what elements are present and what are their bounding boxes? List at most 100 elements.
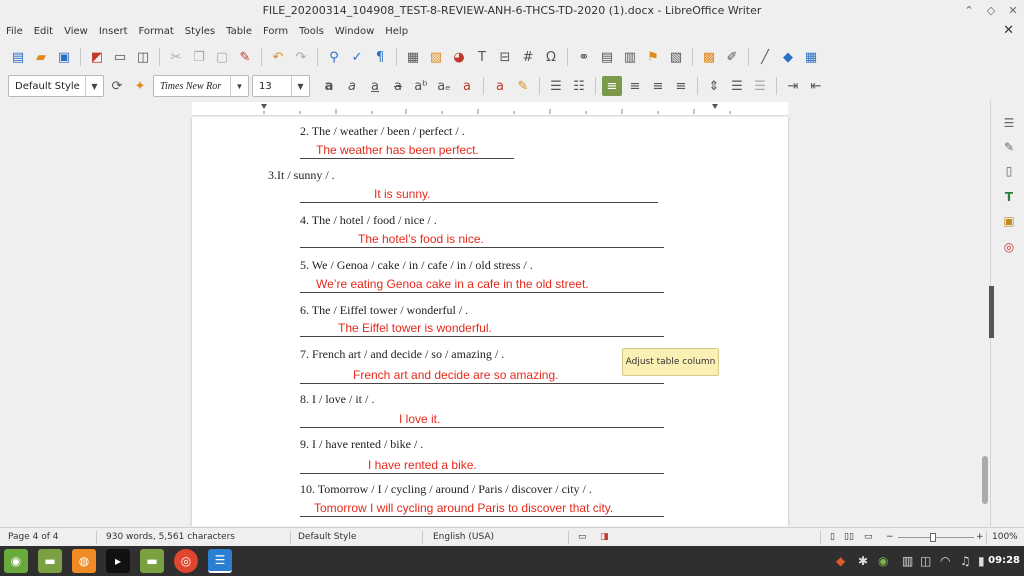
page-count[interactable]: Page 4 of 4 xyxy=(8,532,59,542)
gallery-icon[interactable]: ▣ xyxy=(1000,212,1018,230)
sidebar-collapse-handle[interactable] xyxy=(989,286,994,338)
text-language[interactable]: English (USA) xyxy=(433,532,494,542)
increase-paragraph-spacing-icon[interactable]: ☰ xyxy=(727,76,747,96)
clear-formatting-icon[interactable]: a xyxy=(457,76,477,96)
word-count[interactable]: 930 words, 5,561 characters xyxy=(106,532,235,542)
page-style[interactable]: Default Style xyxy=(298,532,356,542)
clone-formatting-icon[interactable]: ✎ xyxy=(235,47,255,67)
draw-functions-icon[interactable]: ▦ xyxy=(801,47,821,67)
strikethrough-icon[interactable]: a xyxy=(388,76,408,96)
folder-icon[interactable]: ▬ xyxy=(140,549,164,573)
align-right-icon[interactable]: ≡ xyxy=(648,76,668,96)
exercise-answer[interactable]: Tomorrow I will cycling around Paris to … xyxy=(300,501,664,517)
redo-icon[interactable]: ↷ xyxy=(291,47,311,67)
exercise-answer[interactable]: I have rented a bike. xyxy=(300,458,664,474)
cut-icon[interactable]: ✂ xyxy=(166,47,186,67)
page-icon[interactable]: ▯ xyxy=(1000,162,1018,180)
document-canvas[interactable]: 2. The / weather / been / perfect / . Th… xyxy=(0,117,990,526)
bluetooth-icon[interactable]: ✱ xyxy=(858,554,868,568)
file-manager-icon[interactable]: ◍ xyxy=(72,549,96,573)
justify-icon[interactable]: ≡ xyxy=(671,76,691,96)
find-replace-icon[interactable]: ⚲ xyxy=(324,47,344,67)
zoom-out-icon[interactable]: − xyxy=(886,532,894,542)
show-desktop-icon[interactable]: ▬ xyxy=(38,549,62,573)
bullet-list-icon[interactable]: ☰ xyxy=(546,76,566,96)
zoom-slider-track[interactable] xyxy=(898,537,974,538)
exercise-prompt[interactable]: 5. We / Genoa / cake / in / cafe / in / … xyxy=(300,258,533,273)
horizontal-ruler[interactable] xyxy=(192,102,788,116)
underline-icon[interactable]: a xyxy=(365,76,385,96)
document-page[interactable]: 2. The / weather / been / perfect / . Th… xyxy=(192,117,788,526)
italic-icon[interactable]: a xyxy=(342,76,362,96)
exercise-prompt[interactable]: 6. The / Eiffel tower / wonderful / . xyxy=(300,303,468,318)
insert-table-icon[interactable]: ▦ xyxy=(403,47,423,67)
save-icon[interactable]: ▣ xyxy=(54,47,74,67)
exercise-prompt[interactable]: 10. Tomorrow / I / cycling / around / Pa… xyxy=(300,482,592,497)
undo-icon[interactable]: ↶ xyxy=(268,47,288,67)
insert-chart-icon[interactable]: ◕ xyxy=(449,47,469,67)
exercise-answer[interactable]: We’re eating Genoa cake in a cafe in the… xyxy=(300,277,664,293)
menu-format[interactable]: Format xyxy=(139,26,174,37)
chrome-icon[interactable]: ◎ xyxy=(174,549,198,573)
styles-icon[interactable]: T xyxy=(1000,188,1018,206)
menu-tools[interactable]: Tools xyxy=(299,26,324,37)
maximize-button[interactable]: ◇ xyxy=(986,0,996,22)
nvidia-icon[interactable]: ◉ xyxy=(878,554,888,568)
insert-mode-icon[interactable]: ▭ xyxy=(578,532,587,542)
decrease-indent-icon[interactable]: ⇤ xyxy=(806,76,826,96)
exercise-prompt[interactable]: 7. French art / and decide / so / amazin… xyxy=(300,347,504,362)
open-folder-icon[interactable]: ▰ xyxy=(31,47,51,67)
align-left-icon[interactable]: ≡ xyxy=(602,76,622,96)
document-modified-icon[interactable]: ◨ xyxy=(600,532,609,542)
single-page-view-icon[interactable]: ▯ xyxy=(830,532,835,542)
exercise-answer[interactable]: The hotel’s food is nice. xyxy=(300,232,664,248)
bold-icon[interactable]: a xyxy=(319,76,339,96)
exercise-answer[interactable]: The weather has been perfect. xyxy=(300,143,514,159)
bookmark-icon[interactable]: ⚑ xyxy=(643,47,663,67)
special-character-icon[interactable]: Ω xyxy=(541,47,561,67)
superscript-icon[interactable]: aᵇ xyxy=(411,76,431,96)
vertical-scrollbar-thumb[interactable] xyxy=(982,456,988,504)
zoom-in-icon[interactable]: + xyxy=(976,532,984,542)
exercise-prompt[interactable]: 2. The / weather / been / perfect / . xyxy=(300,124,465,139)
increase-indent-icon[interactable]: ⇥ xyxy=(783,76,803,96)
footnote-icon[interactable]: ▤ xyxy=(597,47,617,67)
menu-file[interactable]: File xyxy=(6,26,23,37)
formatting-marks-icon[interactable]: ¶ xyxy=(370,47,390,67)
update-style-icon[interactable]: ⟳ xyxy=(107,76,127,96)
decrease-paragraph-spacing-icon[interactable]: ☰ xyxy=(750,76,770,96)
font-size-select[interactable]: 13 ▼ xyxy=(252,75,310,97)
new-style-icon[interactable]: ✦ xyxy=(130,76,150,96)
print-icon[interactable]: ▭ xyxy=(110,47,130,67)
paragraph-style-select[interactable]: Default Style ▼ xyxy=(8,75,104,97)
zoom-slider-knob[interactable] xyxy=(930,533,936,542)
copy-icon[interactable]: ❐ xyxy=(189,47,209,67)
exercise-answer[interactable]: The Eiffel tower is wonderful. xyxy=(300,321,664,337)
clock[interactable]: 09:28 xyxy=(988,555,1020,566)
minimize-button[interactable]: ⌃ xyxy=(964,0,974,22)
exercise-prompt[interactable]: 4. The / hotel / food / nice / . xyxy=(300,213,437,228)
export-pdf-icon[interactable]: ◩ xyxy=(87,47,107,67)
menu-help[interactable]: Help xyxy=(385,26,408,37)
spelling-icon[interactable]: ✓ xyxy=(347,47,367,67)
multi-page-view-icon[interactable]: ▯▯ xyxy=(844,532,854,542)
exercise-prompt[interactable]: 3.It / sunny / . xyxy=(268,168,335,183)
book-view-icon[interactable]: ▭ xyxy=(864,532,873,542)
sound-icon[interactable]: ♫ xyxy=(960,554,971,568)
menu-form[interactable]: Form xyxy=(263,26,288,37)
wifi-icon[interactable]: ◠ xyxy=(940,554,950,568)
basic-shapes-icon[interactable]: ◆ xyxy=(778,47,798,67)
menu-view[interactable]: View xyxy=(64,26,88,37)
exercise-answer[interactable]: I love it. xyxy=(300,412,664,428)
numbered-list-icon[interactable]: ☷ xyxy=(569,76,589,96)
insert-line-icon[interactable]: ╱ xyxy=(755,47,775,67)
menu-table[interactable]: Table xyxy=(226,26,252,37)
zoom-level[interactable]: 100% xyxy=(992,532,1018,542)
menu-window[interactable]: Window xyxy=(335,26,374,37)
update-icon[interactable]: ◫ xyxy=(920,554,931,568)
font-color-icon[interactable]: a xyxy=(490,76,510,96)
close-document-button[interactable]: ✕ xyxy=(1003,23,1014,38)
font-name-select[interactable]: Times New Ror ▼ xyxy=(153,75,249,97)
terminal-icon[interactable]: ▸ xyxy=(106,549,130,573)
track-changes-icon[interactable]: ✐ xyxy=(722,47,742,67)
